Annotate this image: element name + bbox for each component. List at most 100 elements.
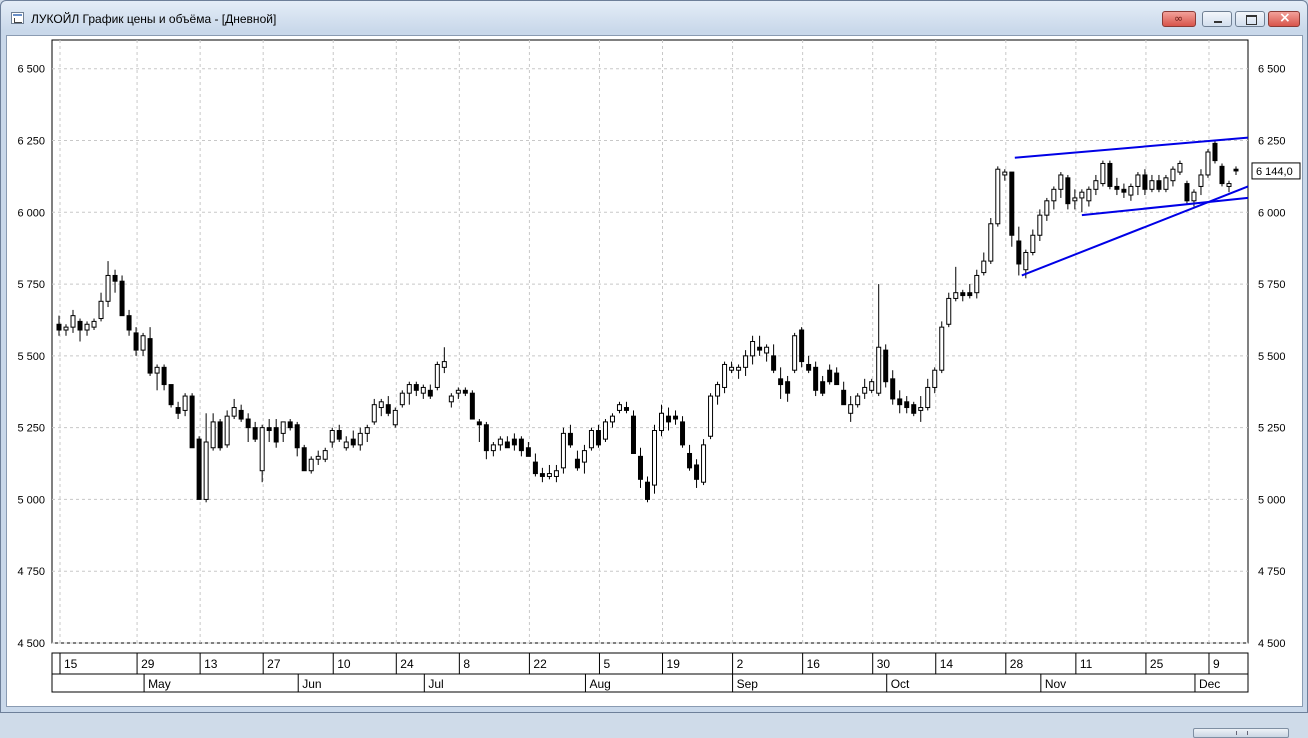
candle-body [1030, 234, 1036, 253]
candle-body [196, 438, 202, 500]
candle-body [701, 444, 707, 483]
candle-body [1233, 168, 1239, 172]
close-button[interactable]: × [1268, 10, 1300, 27]
candle-body [995, 168, 1001, 225]
link-icon: ∞ [1174, 12, 1184, 25]
month-label: Oct [891, 677, 910, 691]
candle-body [1009, 171, 1015, 236]
candle-body [757, 346, 763, 351]
candle-body [806, 363, 812, 371]
candle-body [105, 274, 111, 302]
candle-body [336, 430, 342, 440]
candle-body [729, 366, 735, 371]
last-price-label: 6 144,0 [1256, 166, 1293, 178]
date-tick-label: 16 [807, 657, 821, 671]
title-bar[interactable]: ЛУКОЙЛ График цены и объёма - [Дневной] … [1, 1, 1307, 35]
date-tick-label: 22 [533, 657, 547, 671]
candle-body [637, 455, 643, 480]
candle-body [981, 260, 987, 274]
candle-body [890, 378, 896, 400]
candle-body [56, 323, 62, 331]
candle-body [771, 355, 777, 371]
date-axis-frame [51, 652, 1249, 693]
candle-body [1114, 185, 1120, 190]
candle-body [1072, 197, 1078, 202]
candle-body [420, 386, 426, 394]
candle-body [77, 320, 83, 331]
horizontal-scrollbar-thumb[interactable] [1193, 728, 1289, 738]
candle-body [434, 363, 440, 388]
candle-body [1177, 162, 1183, 173]
candle-body [911, 404, 917, 414]
candle-body [904, 401, 910, 409]
candle-body [224, 415, 230, 446]
candle-body [385, 404, 391, 414]
candle-body [1051, 188, 1057, 202]
candle-body [946, 297, 952, 325]
date-tick-label: 13 [204, 657, 218, 671]
candle-body [1128, 185, 1134, 196]
candle-body [876, 346, 882, 394]
minimize-button[interactable] [1202, 11, 1232, 27]
maximize-button[interactable] [1235, 11, 1265, 27]
candle-body [483, 424, 489, 452]
candle-body [897, 398, 903, 406]
candle-body [1142, 174, 1148, 190]
scroll-grip-icon [1236, 731, 1248, 735]
candle-body [883, 349, 889, 383]
date-tick-label: 28 [1010, 657, 1024, 671]
candle-body [182, 395, 188, 411]
plot-frame [51, 39, 1249, 644]
candle-body [84, 323, 90, 331]
candle-body [63, 326, 69, 331]
candle-body [623, 407, 629, 411]
candle-body [175, 407, 181, 414]
candle-body [287, 421, 293, 429]
candle-body [1156, 180, 1162, 190]
candle-body [560, 432, 566, 469]
month-label: Jun [302, 677, 321, 691]
candle-body [266, 427, 272, 432]
date-tick-label: 29 [141, 657, 155, 671]
candle-body [673, 415, 679, 420]
candle-body [294, 424, 300, 449]
candle-body [91, 320, 97, 328]
y-tick-label-left: 5 000 [17, 494, 45, 506]
candle-body [827, 369, 833, 383]
candle-body [497, 438, 503, 446]
candle-body [399, 392, 405, 406]
candle-body [539, 473, 545, 477]
candle-body [455, 389, 461, 394]
candle-body [792, 335, 798, 371]
candle-body [259, 427, 265, 472]
candle-body [939, 326, 945, 371]
date-tick-label: 30 [877, 657, 891, 671]
candle-body [616, 404, 622, 411]
date-tick-label: 14 [940, 657, 954, 671]
candle-body [1086, 188, 1092, 202]
candle-body [553, 470, 559, 477]
candle-body [609, 415, 615, 423]
candle-body [974, 274, 980, 294]
candlestick-chart[interactable]: 4 500 4 500 4 750 4 750 5 000 5 000 5 250 5 250… [7, 36, 1304, 708]
candle-body [869, 381, 875, 391]
candle-body [448, 395, 454, 403]
candle-body [785, 381, 791, 394]
candle-body [988, 223, 994, 262]
candle-body [322, 450, 328, 460]
candle-body [581, 450, 587, 463]
date-tick-label: 11 [1080, 657, 1093, 671]
candle-body [147, 338, 153, 374]
candle-body [743, 355, 749, 368]
candle-body [189, 395, 195, 449]
candle-body [1065, 177, 1071, 205]
candle-body [546, 473, 552, 477]
y-tick-label-left: 4 750 [17, 566, 45, 578]
chart-app-icon [11, 12, 24, 24]
candle-body [252, 427, 258, 440]
candle-body [1163, 177, 1169, 190]
date-tick-label: 19 [667, 657, 681, 671]
candle-body [652, 430, 658, 486]
link-button[interactable]: ∞ [1162, 11, 1196, 27]
candle-body [427, 389, 433, 397]
